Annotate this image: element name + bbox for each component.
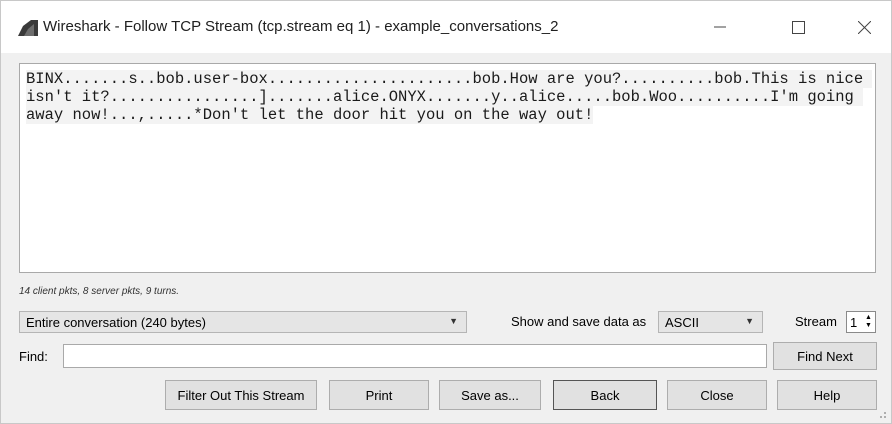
- maximize-button[interactable]: [775, 1, 821, 53]
- minimize-icon: [714, 26, 726, 28]
- stream-content-area[interactable]: BINX.......s..bob.user-box..............…: [19, 63, 876, 273]
- find-input[interactable]: [63, 344, 767, 368]
- stream-label: Stream: [795, 314, 837, 329]
- resize-grip-icon[interactable]: [877, 409, 887, 419]
- window-title: Wireshark - Follow TCP Stream (tcp.strea…: [43, 18, 559, 35]
- title-bar[interactable]: Wireshark - Follow TCP Stream (tcp.strea…: [1, 1, 891, 53]
- data-format-select[interactable]: ASCII ▼: [658, 311, 763, 333]
- spin-up-icon[interactable]: ▲: [865, 314, 873, 322]
- find-label: Find:: [19, 349, 48, 364]
- minimize-button[interactable]: [697, 1, 743, 53]
- show-save-label: Show and save data as: [511, 314, 647, 329]
- conversation-select[interactable]: Entire conversation (240 bytes) ▼: [19, 311, 467, 333]
- follow-tcp-stream-dialog: Wireshark - Follow TCP Stream (tcp.strea…: [0, 0, 892, 424]
- chevron-down-icon: ▼: [745, 316, 754, 326]
- wireshark-fin-icon: [18, 20, 38, 36]
- packet-summary: 14 client pkts, 8 server pkts, 9 turns.: [19, 286, 180, 297]
- close-window-button[interactable]: [841, 1, 887, 53]
- save-as-button[interactable]: Save as...: [439, 380, 541, 410]
- stream-number-value: 1: [850, 314, 858, 330]
- spin-arrows[interactable]: ▲ ▼: [865, 314, 873, 330]
- maximize-icon: [791, 20, 805, 34]
- help-button[interactable]: Help: [777, 380, 877, 410]
- print-button[interactable]: Print: [329, 380, 429, 410]
- filter-out-stream-button[interactable]: Filter Out This Stream: [165, 380, 317, 410]
- close-button[interactable]: Close: [667, 380, 767, 410]
- find-next-button[interactable]: Find Next: [773, 342, 877, 370]
- stream-segment: BINX.......s..bob.user-box..............…: [26, 70, 873, 124]
- stream-text: BINX.......s..bob.user-box..............…: [26, 70, 873, 124]
- back-button[interactable]: Back: [553, 380, 657, 410]
- close-icon: [857, 20, 871, 34]
- data-format-value: ASCII: [665, 314, 699, 330]
- conversation-select-value: Entire conversation (240 bytes): [26, 314, 206, 330]
- chevron-down-icon: ▼: [449, 316, 458, 326]
- stream-number-spinbox[interactable]: 1 ▲ ▼: [846, 311, 876, 333]
- spin-down-icon[interactable]: ▼: [865, 322, 873, 330]
